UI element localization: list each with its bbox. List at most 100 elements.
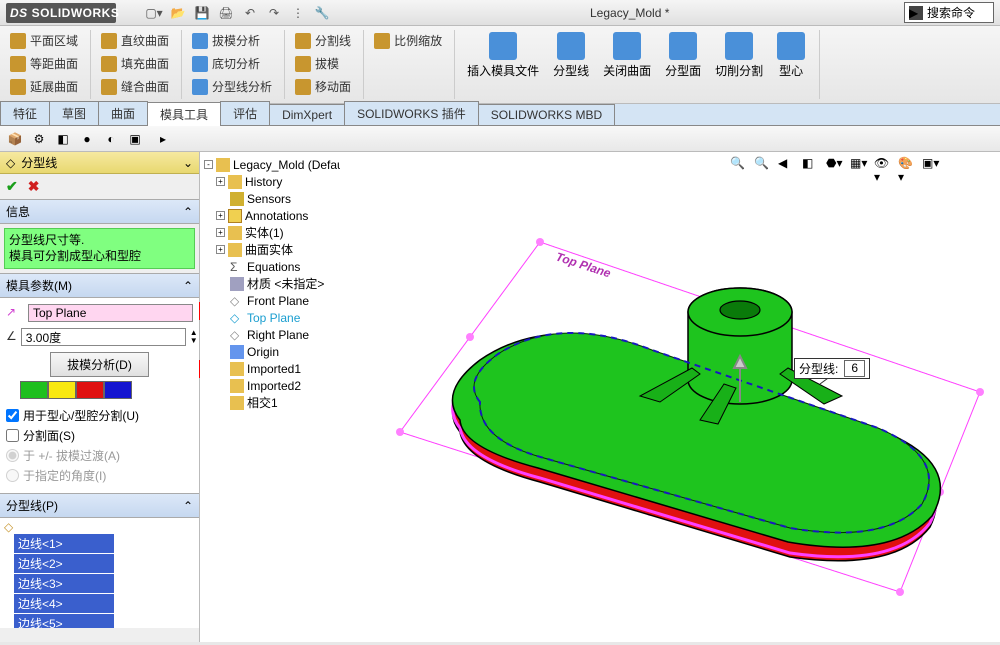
- cancel-button[interactable]: ✖: [28, 178, 40, 195]
- graphics-viewport[interactable]: - Legacy_Mold (Default<... +History Sens…: [200, 152, 1000, 642]
- swatch-positive: [20, 381, 48, 399]
- tooling-split-button[interactable]: 切削分割: [709, 30, 769, 81]
- expand-icon[interactable]: ▸: [154, 130, 172, 148]
- pull-direction-input[interactable]: [28, 304, 193, 322]
- tree-root[interactable]: - Legacy_Mold (Default<...: [202, 156, 340, 173]
- tree-item-origin[interactable]: Origin: [202, 343, 340, 360]
- fm-tab-5-icon[interactable]: ◐: [102, 130, 120, 148]
- feature-tree[interactable]: - Legacy_Mold (Default<... +History Sens…: [200, 152, 340, 642]
- tab-sketch[interactable]: 草图: [49, 101, 99, 125]
- new-icon[interactable]: ▢▾: [146, 5, 162, 21]
- radiate-surface-button[interactable]: 延展曲面: [6, 76, 82, 97]
- header-chevron-icon[interactable]: ⌄: [183, 156, 193, 170]
- direction-icon[interactable]: ↗: [6, 305, 24, 321]
- undercut-analysis-button[interactable]: 底切分析: [188, 53, 276, 74]
- draft-analysis-button[interactable]: 拔模分析: [188, 30, 276, 51]
- shutoff-surface-button[interactable]: 关闭曲面: [597, 30, 657, 81]
- insert-mold-file-button[interactable]: 插入模具文件: [461, 30, 545, 81]
- planar-region-button[interactable]: 平面区域: [6, 30, 82, 51]
- split-line-button[interactable]: 分割线: [291, 30, 355, 51]
- tree-item-top-plane[interactable]: ◇Top Plane: [202, 309, 340, 326]
- fm-tab-4-icon[interactable]: ●: [78, 130, 96, 148]
- ribbon-group-analysis: 拔模分析 底切分析 分型线分析: [188, 30, 285, 99]
- tab-surfaces[interactable]: 曲面: [98, 101, 148, 125]
- parting-line-callout[interactable]: 分型线: 6: [794, 358, 870, 379]
- knit-surface-button[interactable]: 缝合曲面: [97, 76, 173, 97]
- ruled-surface-button[interactable]: 直纹曲面: [97, 30, 173, 51]
- print-icon[interactable]: 🖨: [218, 5, 234, 21]
- model-canvas[interactable]: Top Plane: [340, 152, 1000, 642]
- tab-evaluate[interactable]: 评估: [220, 101, 270, 125]
- property-header: ◇ 分型线 ⌄: [0, 152, 199, 174]
- ribbon-group-surfaces-1: 平面区域 等距曲面 延展曲面: [6, 30, 91, 99]
- redo-icon[interactable]: ↷: [266, 5, 282, 21]
- scale-button[interactable]: 比例缩放: [370, 30, 446, 51]
- edge-item[interactable]: 边线<1>: [14, 534, 114, 553]
- search-commands-box[interactable]: ▶ 搜索命令: [904, 2, 994, 23]
- edges-chevron-icon[interactable]: ⌃: [183, 499, 193, 513]
- document-title: Legacy_Mold *: [590, 6, 669, 20]
- tab-sw-addins[interactable]: SOLIDWORKS 插件: [344, 101, 479, 125]
- offset-surface-button[interactable]: 等距曲面: [6, 53, 82, 74]
- chk-core-cavity-row[interactable]: 用于型心/型腔分割(U): [6, 407, 193, 424]
- swatch-negative: [76, 381, 104, 399]
- swatch-straddle: [104, 381, 132, 399]
- core-button[interactable]: 型心: [771, 30, 811, 81]
- tree-item-material[interactable]: 材质 <未指定>: [202, 275, 340, 292]
- settings-icon[interactable]: ⋮: [290, 5, 306, 21]
- draft-angle-input[interactable]: [21, 328, 186, 346]
- fm-tab-3-icon[interactable]: ◧: [54, 130, 72, 148]
- info-chevron-icon[interactable]: ⌃: [183, 205, 193, 219]
- fm-tab-6-icon[interactable]: ▣: [126, 130, 144, 148]
- radio-angle-row: 于指定的角度(I): [6, 467, 193, 484]
- spinner-up-icon[interactable]: ▲▼: [190, 329, 198, 345]
- ok-button[interactable]: ✔: [6, 178, 18, 195]
- draft-analysis-run-button[interactable]: 拔模分析(D): [50, 352, 149, 377]
- tab-mold-tools[interactable]: 模具工具: [147, 102, 221, 126]
- params-chevron-icon[interactable]: ⌃: [183, 279, 193, 293]
- tree-item-imported2[interactable]: Imported2: [202, 377, 340, 394]
- parting-surface-button[interactable]: 分型面: [659, 30, 707, 81]
- tree-item-annotations[interactable]: +Annotations: [202, 207, 340, 224]
- fm-tab-2-icon[interactable]: ⚙: [30, 130, 48, 148]
- fill-surface-button[interactable]: 填充曲面: [97, 53, 173, 74]
- save-icon[interactable]: 💾: [194, 5, 210, 21]
- tree-item-sensors[interactable]: Sensors: [202, 190, 340, 207]
- fm-tab-1-icon[interactable]: 📦: [6, 130, 24, 148]
- app-logo: DS SOLIDWORKS: [6, 3, 116, 23]
- edge-item[interactable]: 边线<5>: [14, 614, 114, 628]
- parting-lines-header[interactable]: 分型线(P) ⌃: [0, 493, 199, 518]
- tree-item-surface-bodies[interactable]: +曲面实体: [202, 241, 340, 258]
- tree-item-equations[interactable]: ΣEquations: [202, 258, 340, 275]
- chk-core-cavity[interactable]: [6, 409, 19, 422]
- parting-lines-list[interactable]: ◇ 边线<1> 边线<2> 边线<3> 边线<4> 边线<5> 边线<6>: [0, 518, 199, 628]
- open-icon[interactable]: 📂: [170, 5, 186, 21]
- tab-features[interactable]: 特征: [0, 101, 50, 125]
- info-section-header[interactable]: 信息 ⌃: [0, 199, 199, 224]
- search-run-icon[interactable]: ▶: [909, 6, 923, 20]
- edge-item[interactable]: 边线<3>: [14, 574, 114, 593]
- undo-icon[interactable]: ↶: [242, 5, 258, 21]
- tree-item-imported1[interactable]: Imported1: [202, 360, 340, 377]
- tab-sw-mbd[interactable]: SOLIDWORKS MBD: [478, 104, 615, 125]
- edge-item[interactable]: 边线<4>: [14, 594, 114, 613]
- expand-icon[interactable]: -: [204, 160, 213, 169]
- parting-line-analysis-button[interactable]: 分型线分析: [188, 76, 276, 97]
- move-face-button[interactable]: 移动面: [291, 76, 355, 97]
- mold-params-header[interactable]: 模具参数(M) ⌃: [0, 273, 199, 298]
- rebuild-icon[interactable]: 🔧: [314, 5, 330, 21]
- tree-item-solid-bodies[interactable]: +实体(1): [202, 224, 340, 241]
- parting-line-button[interactable]: 分型线: [547, 30, 595, 81]
- feature-manager-toolbar: 📦 ⚙ ◧ ● ◐ ▣ ▸: [0, 126, 1000, 152]
- chk-split-face[interactable]: [6, 429, 19, 442]
- tree-item-intersect1[interactable]: 相交1: [202, 394, 340, 411]
- callout-value: 6: [844, 360, 865, 377]
- property-manager: ◇ 分型线 ⌄ ✔ ✖ 信息 ⌃ 分型线尺寸等. 模具可分割成型心和型腔 模具参…: [0, 152, 200, 642]
- tree-item-history[interactable]: +History: [202, 173, 340, 190]
- tree-item-right-plane[interactable]: ◇Right Plane: [202, 326, 340, 343]
- tab-dimxpert[interactable]: DimXpert: [269, 104, 345, 125]
- edge-item[interactable]: 边线<2>: [14, 554, 114, 573]
- tree-item-front-plane[interactable]: ◇Front Plane: [202, 292, 340, 309]
- draft-button[interactable]: 拔模: [291, 53, 355, 74]
- chk-split-face-row[interactable]: 分割面(S): [6, 427, 193, 444]
